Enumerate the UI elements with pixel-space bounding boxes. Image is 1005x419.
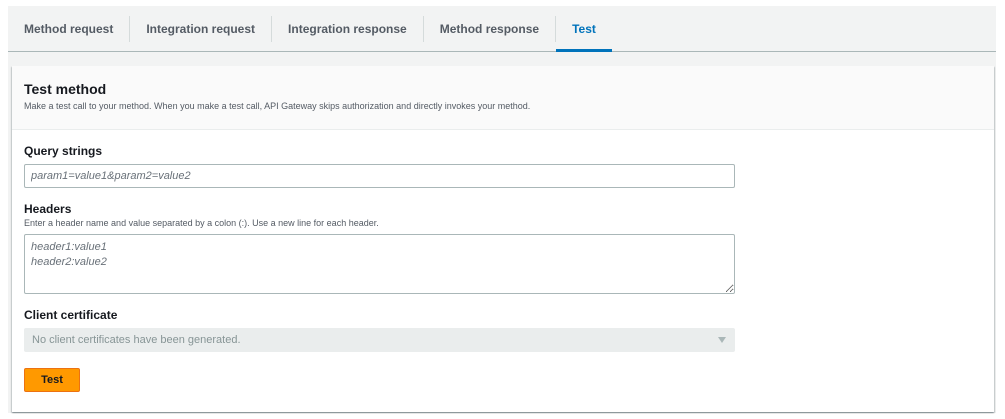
query-strings-input[interactable]: [24, 164, 735, 188]
panel-body: Query strings Headers Enter a header nam…: [12, 130, 994, 392]
method-editor: Method request Integration request Integ…: [8, 6, 996, 413]
client-certificate-field: Client certificate No client certificate…: [24, 308, 982, 352]
panel-title: Test method: [24, 81, 107, 97]
headers-hint: Enter a header name and value separated …: [24, 218, 379, 228]
test-button[interactable]: Test: [24, 368, 80, 392]
method-tabs: Method request Integration request Integ…: [8, 6, 996, 52]
query-strings-field: Query strings: [24, 144, 982, 188]
tab-test[interactable]: Test: [556, 6, 612, 52]
query-strings-label: Query strings: [24, 144, 103, 158]
client-certificate-selected: No client certificates have been generat…: [32, 334, 241, 346]
tab-method-request[interactable]: Method request: [8, 6, 129, 51]
test-method-panel: Test method Make a test call to your met…: [12, 66, 994, 412]
tab-integration-response[interactable]: Integration response: [272, 6, 423, 51]
tab-integration-request[interactable]: Integration request: [130, 6, 271, 51]
client-certificate-label: Client certificate: [24, 308, 118, 322]
client-certificate-select[interactable]: No client certificates have been generat…: [24, 328, 735, 352]
panel-description: Make a test call to your method. When yo…: [24, 101, 531, 111]
caret-down-icon: [718, 337, 726, 343]
panel-header: Test method Make a test call to your met…: [12, 66, 994, 130]
headers-textarea[interactable]: [24, 234, 735, 294]
tab-method-response[interactable]: Method response: [424, 6, 555, 51]
headers-field: Headers Enter a header name and value se…: [24, 202, 982, 294]
headers-label: Headers: [24, 202, 72, 216]
